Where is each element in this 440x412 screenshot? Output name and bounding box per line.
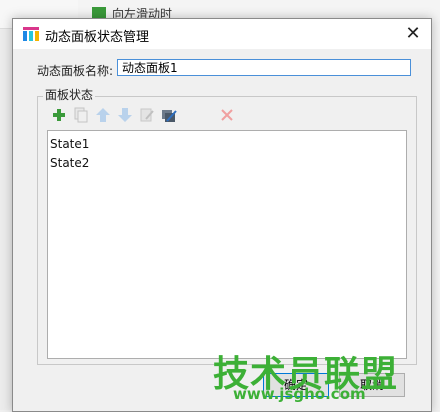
states-list[interactable]: State1 State2 [47,130,407,359]
close-button[interactable]: ✕ [401,22,425,46]
delete-icon[interactable] [219,107,235,123]
panel-states-label: 面板状态 [43,86,96,103]
panel-name-label: 动态面板名称: [37,64,114,78]
app-icon [23,27,39,41]
edit-icon[interactable] [139,107,155,123]
list-item[interactable]: State2 [50,156,89,170]
watermark-url: www.jsgho.com [233,385,366,403]
panel-name-input[interactable] [117,59,411,76]
move-up-icon[interactable] [95,107,111,123]
move-down-icon[interactable] [117,107,133,123]
duplicate-icon[interactable] [73,107,89,123]
watermark: 技术员联盟 www.jsgho.com [205,345,425,405]
list-item[interactable]: State1 [50,137,89,151]
edit-all-icon[interactable] [161,107,177,123]
dialog-titlebar: 动态面板状态管理 ✕ [13,19,431,49]
states-toolbar [51,107,251,127]
add-icon[interactable] [51,107,67,123]
dialog-title: 动态面板状态管理 [45,30,150,45]
